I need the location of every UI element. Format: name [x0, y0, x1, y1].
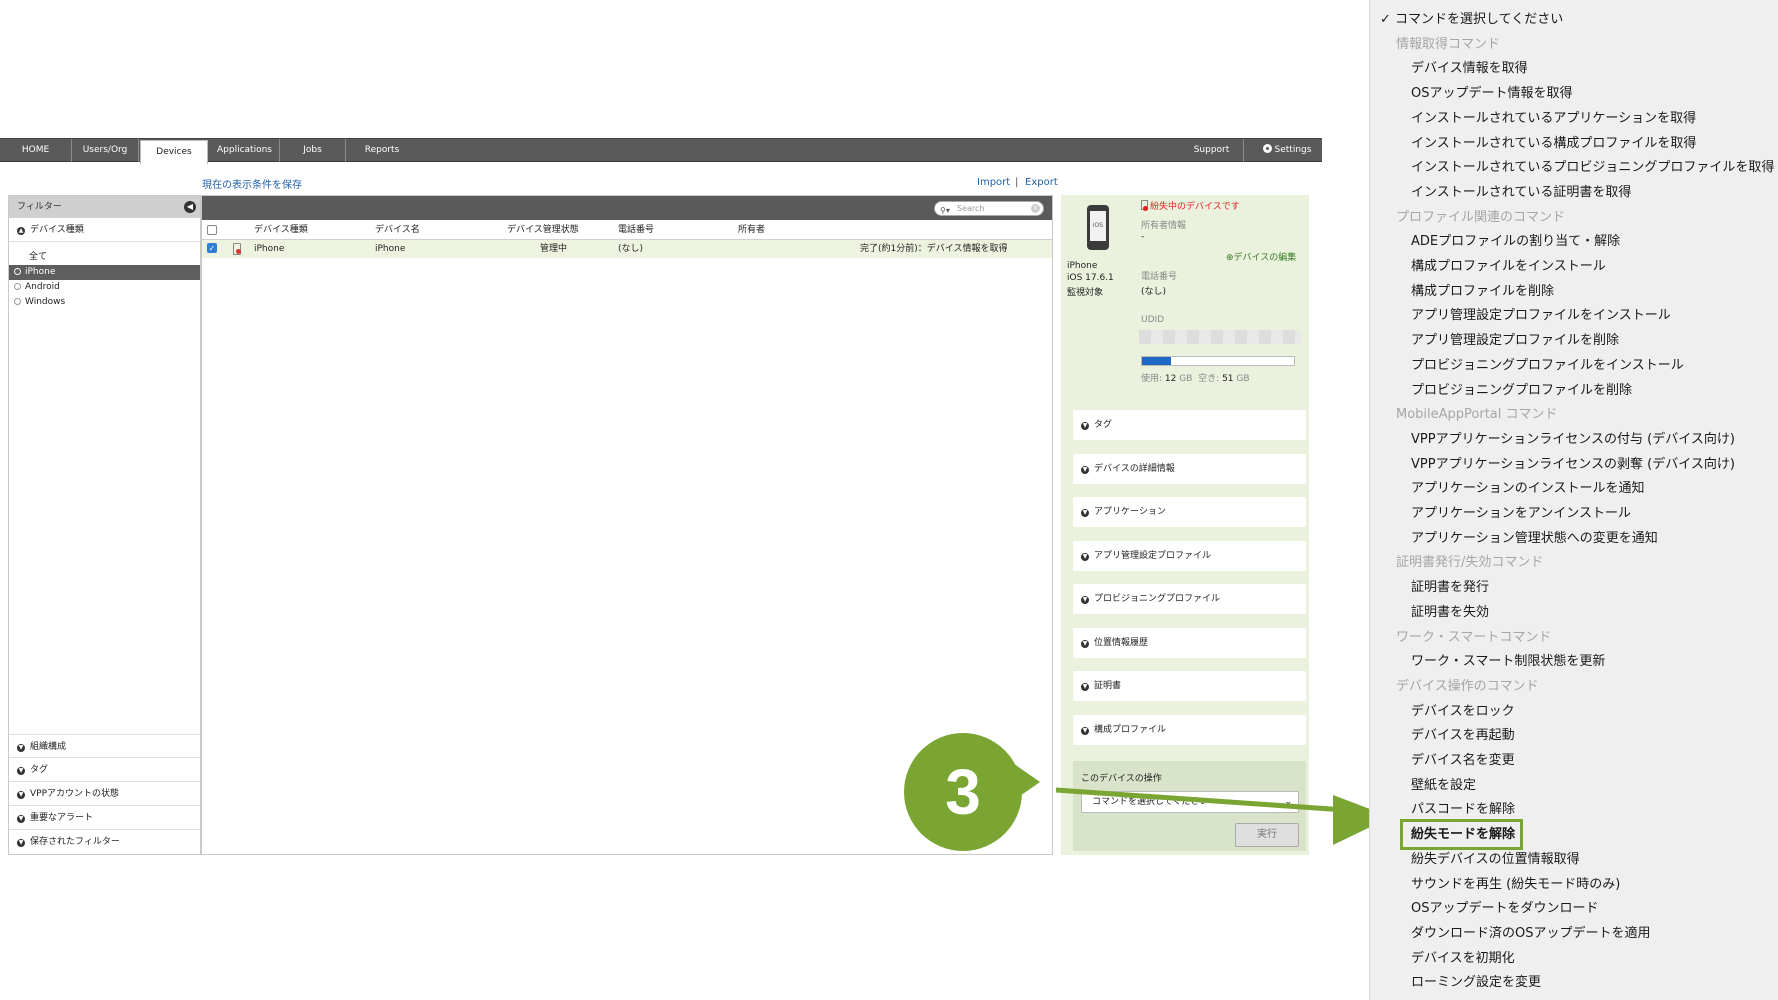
- menu-item[interactable]: デバイス名を変更: [1411, 749, 1515, 768]
- menu-item[interactable]: インストールされている構成プロファイルを取得: [1411, 132, 1696, 151]
- menu-item[interactable]: ADEプロファイルの割り当て・解除: [1411, 230, 1620, 249]
- menu-item[interactable]: プロビジョニングプロファイルをインストール: [1411, 354, 1684, 373]
- menu-item[interactable]: OSアップデートをダウンロード: [1411, 897, 1599, 916]
- menu-item[interactable]: サウンドを再生 (紛失モード時のみ): [1411, 873, 1620, 892]
- menu-item[interactable]: インストールされているプロビジョニングプロファイルを取得: [1411, 156, 1774, 175]
- menu-group-header: 証明書発行/失効コマンド: [1396, 555, 1544, 571]
- menu-item[interactable]: VPPアプリケーションライセンスの剥奪 (デバイス向け): [1411, 453, 1735, 472]
- highlight-box: [1400, 819, 1523, 850]
- menu-item[interactable]: 紛失デバイスの位置情報取得: [1411, 848, 1580, 867]
- menu-item[interactable]: デバイスを初期化: [1411, 947, 1515, 966]
- menu-item[interactable]: 構成プロファイルをインストール: [1411, 255, 1606, 274]
- menu-item[interactable]: デバイスを再起動: [1411, 724, 1515, 743]
- menu-item[interactable]: アプリ管理設定プロファイルをインストール: [1411, 304, 1671, 323]
- menu-item[interactable]: ワーク・スマート制限状態を更新: [1411, 650, 1605, 669]
- menu-item[interactable]: 証明書を失効: [1411, 601, 1489, 620]
- menu-item[interactable]: アプリケーション管理状態への変更を通知: [1411, 527, 1658, 546]
- menu-group-header: プロファイル関連のコマンド: [1396, 209, 1566, 225]
- step-badge: 3: [904, 733, 1022, 851]
- menu-item[interactable]: VPPアプリケーションライセンスの付与 (デバイス向け): [1411, 428, 1735, 447]
- menu-item-label: コマンドを選択してください: [1395, 12, 1564, 27]
- checkmark-icon: ✓: [1380, 12, 1396, 27]
- command-dropdown-menu: ✓ コマンドを選択してください 情報取得コマンド デバイス情報を取得 OSアップデート…: [1369, 0, 1778, 1000]
- menu-group-header: ワーク・スマートコマンド: [1396, 629, 1552, 645]
- menu-item[interactable]: 壁紙を設定: [1411, 774, 1476, 793]
- menu-item[interactable]: 構成プロファイルを削除: [1411, 280, 1554, 299]
- menu-item[interactable]: アプリケーションをアンインストール: [1411, 502, 1631, 521]
- menu-item[interactable]: アプリ管理設定プロファイルを削除: [1411, 329, 1619, 348]
- menu-item-placeholder[interactable]: ✓ コマンドを選択してください: [1380, 8, 1563, 27]
- menu-group-header: デバイス操作のコマンド: [1396, 678, 1539, 694]
- menu-item[interactable]: インストールされているアプリケーションを取得: [1411, 107, 1696, 126]
- menu-item[interactable]: 証明書を発行: [1411, 576, 1489, 595]
- menu-group-header: 情報取得コマンド: [1396, 36, 1501, 52]
- menu-item[interactable]: デバイス情報を取得: [1411, 57, 1528, 76]
- menu-item[interactable]: アプリケーションのインストールを通知: [1411, 477, 1644, 496]
- menu-item[interactable]: デバイスをロック: [1411, 700, 1515, 719]
- menu-item[interactable]: ダウンロード済のOSアップデートを適用: [1411, 922, 1651, 941]
- menu-item[interactable]: パスコードを解除: [1411, 798, 1515, 817]
- menu-group-header: MobileAppPortal コマンド: [1396, 407, 1558, 423]
- menu-item[interactable]: OSアップデート情報を取得: [1411, 82, 1573, 101]
- menu-item[interactable]: プロビジョニングプロファイルを削除: [1411, 379, 1632, 398]
- arrow-shaft: [1055, 787, 1346, 813]
- menu-item[interactable]: ローミング設定を変更: [1411, 971, 1541, 990]
- menu-item[interactable]: インストールされている証明書を取得: [1411, 181, 1631, 200]
